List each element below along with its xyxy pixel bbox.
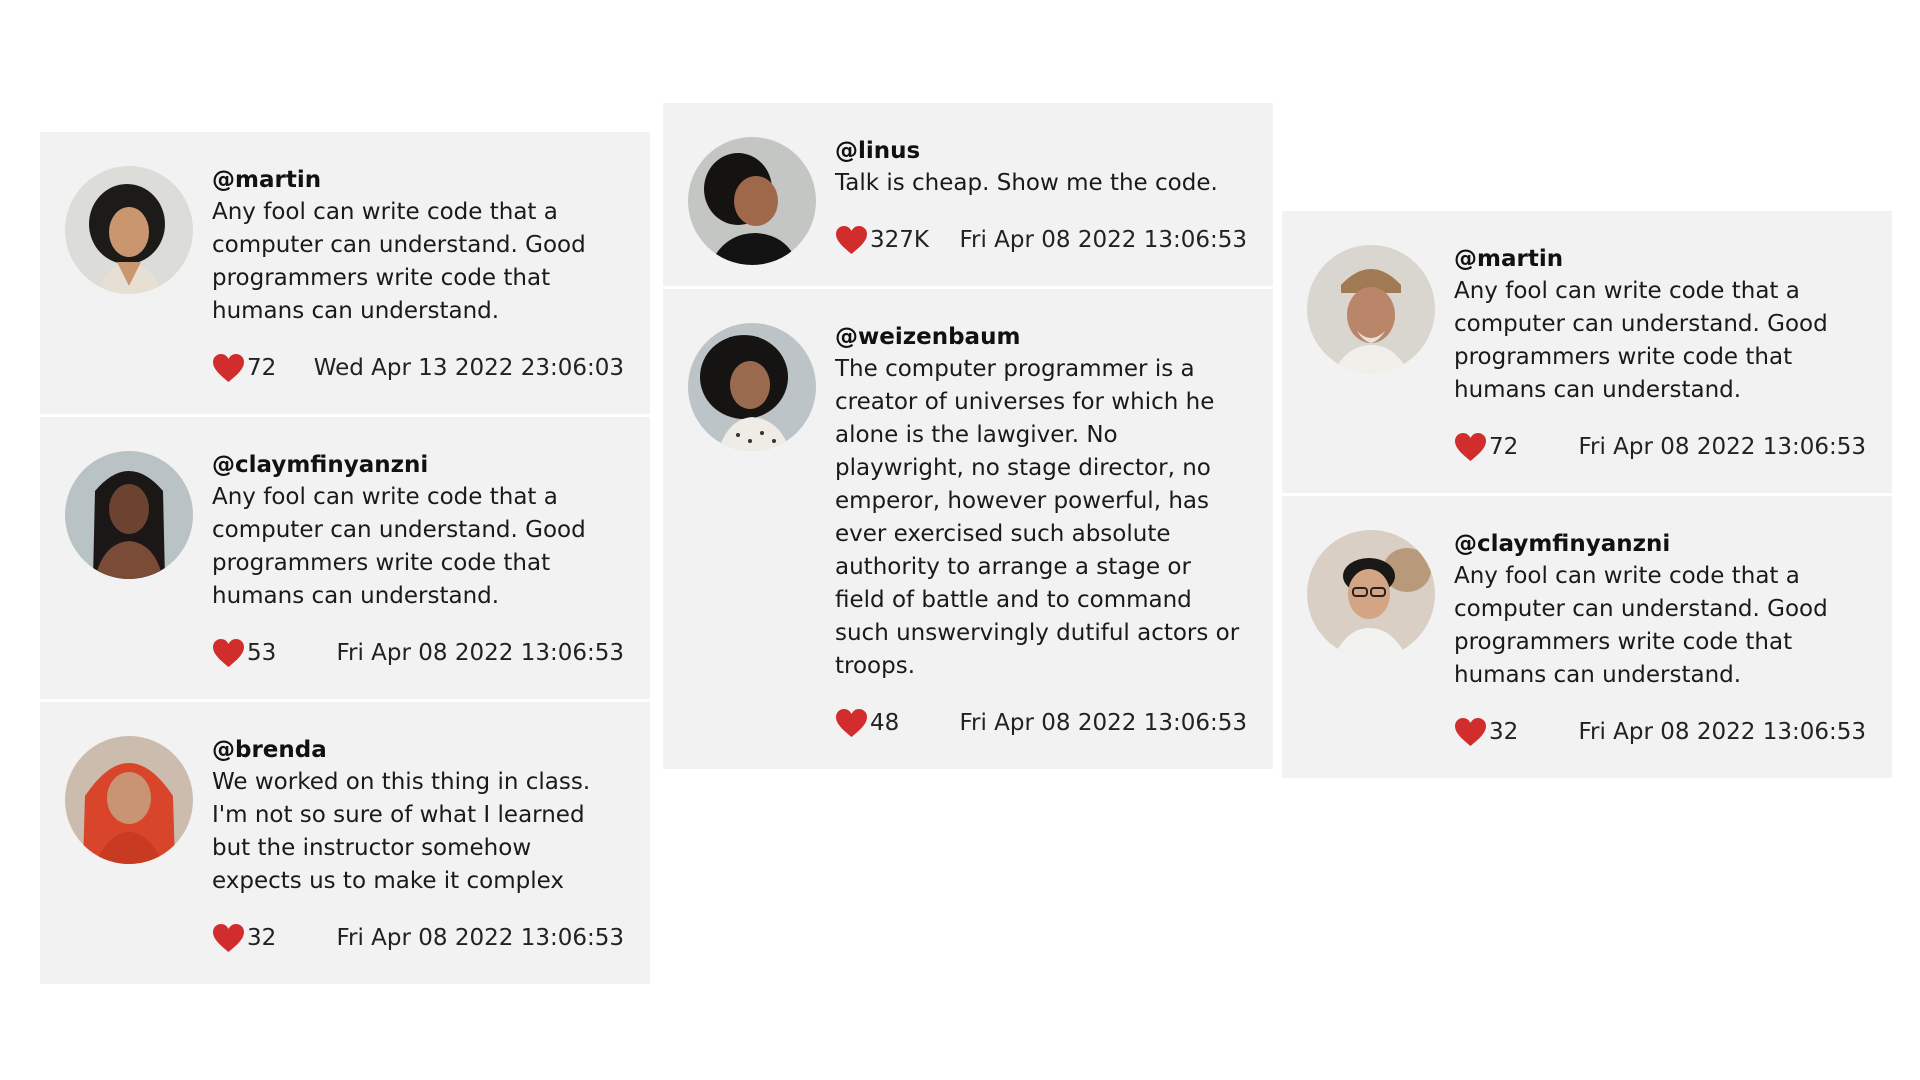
feed-column-1: @martin Any fool can write code that a c… [40,132,650,987]
post-text: Talk is cheap. Show me the code. [835,170,1218,196]
like-button[interactable]: 72 [1454,432,1518,462]
heart-icon [212,638,245,668]
avatar[interactable] [688,137,816,265]
post-text: Any fool can write code that a computer … [212,199,586,324]
like-count: 327K [870,227,929,253]
avatar[interactable] [65,451,193,579]
avatar[interactable] [688,323,816,451]
feed-column-2: @linus Talk is cheap. Show me the code. … [663,103,1273,772]
like-button[interactable]: 32 [1454,717,1518,747]
post-card: @martin Any fool can write code that a c… [40,132,650,414]
avatar[interactable] [1307,245,1435,373]
post-meta: 327K Fri Apr 08 2022 13:06:53 [835,224,1247,256]
post-handle[interactable]: @martin [1454,243,1866,275]
post-timestamp: Wed Apr 13 2022 23:06:03 [313,355,624,381]
post-card: @martin Any fool can write code that a c… [1282,211,1892,493]
like-button[interactable]: 53 [212,638,276,668]
like-button[interactable]: 32 [212,923,276,953]
post-text: The computer programmer is a creator of … [835,356,1240,679]
post-meta: 72 Fri Apr 08 2022 13:06:53 [1454,431,1866,463]
post-handle[interactable]: @martin [212,164,624,196]
heart-icon [1454,717,1487,747]
post-meta: 72 Wed Apr 13 2022 23:06:03 [212,352,624,384]
avatar[interactable] [65,736,193,864]
post-meta: 32 Fri Apr 08 2022 13:06:53 [1454,716,1866,748]
like-count: 72 [247,355,277,381]
post-card: @weizenbaum The computer programmer is a… [663,289,1273,769]
post-timestamp: Fri Apr 08 2022 13:06:53 [959,710,1247,736]
post-text: Any fool can write code that a computer … [1454,563,1828,688]
like-count: 32 [247,925,277,951]
post-timestamp: Fri Apr 08 2022 13:06:53 [959,227,1247,253]
post-handle[interactable]: @weizenbaum [835,321,1247,353]
heart-icon [835,225,868,255]
avatar[interactable] [1307,530,1435,658]
post-timestamp: Fri Apr 08 2022 13:06:53 [1578,719,1866,745]
post-card: @claymfinyanzni Any fool can write code … [1282,496,1892,778]
heart-icon [1454,432,1487,462]
post-meta: 32 Fri Apr 08 2022 13:06:53 [212,922,624,954]
post-timestamp: Fri Apr 08 2022 13:06:53 [336,640,624,666]
post-handle[interactable]: @linus [835,135,1247,167]
post-card: @claymfinyanzni Any fool can write code … [40,417,650,699]
post-handle[interactable]: @claymfinyanzni [1454,528,1866,560]
like-button[interactable]: 48 [835,708,899,738]
like-count: 53 [247,640,277,666]
feed-column-3: @martin Any fool can write code that a c… [1282,211,1892,781]
post-meta: 48 Fri Apr 08 2022 13:06:53 [835,707,1247,739]
post-card: @linus Talk is cheap. Show me the code. … [663,103,1273,286]
heart-icon [835,708,868,738]
post-timestamp: Fri Apr 08 2022 13:06:53 [1578,434,1866,460]
post-handle[interactable]: @claymfinyanzni [212,449,624,481]
like-button[interactable]: 72 [212,353,276,383]
post-text: We worked on this thing in class. I'm no… [212,769,591,894]
post-timestamp: Fri Apr 08 2022 13:06:53 [336,925,624,951]
post-card: @brenda We worked on this thing in class… [40,702,650,984]
post-handle[interactable]: @brenda [212,734,624,766]
post-text: Any fool can write code that a computer … [212,484,586,609]
avatar[interactable] [65,166,193,294]
like-count: 72 [1489,434,1519,460]
post-meta: 53 Fri Apr 08 2022 13:06:53 [212,637,624,669]
heart-icon [212,923,245,953]
like-count: 32 [1489,719,1519,745]
heart-icon [212,353,245,383]
post-text: Any fool can write code that a computer … [1454,278,1828,403]
like-button[interactable]: 327K [835,225,929,255]
like-count: 48 [870,710,900,736]
